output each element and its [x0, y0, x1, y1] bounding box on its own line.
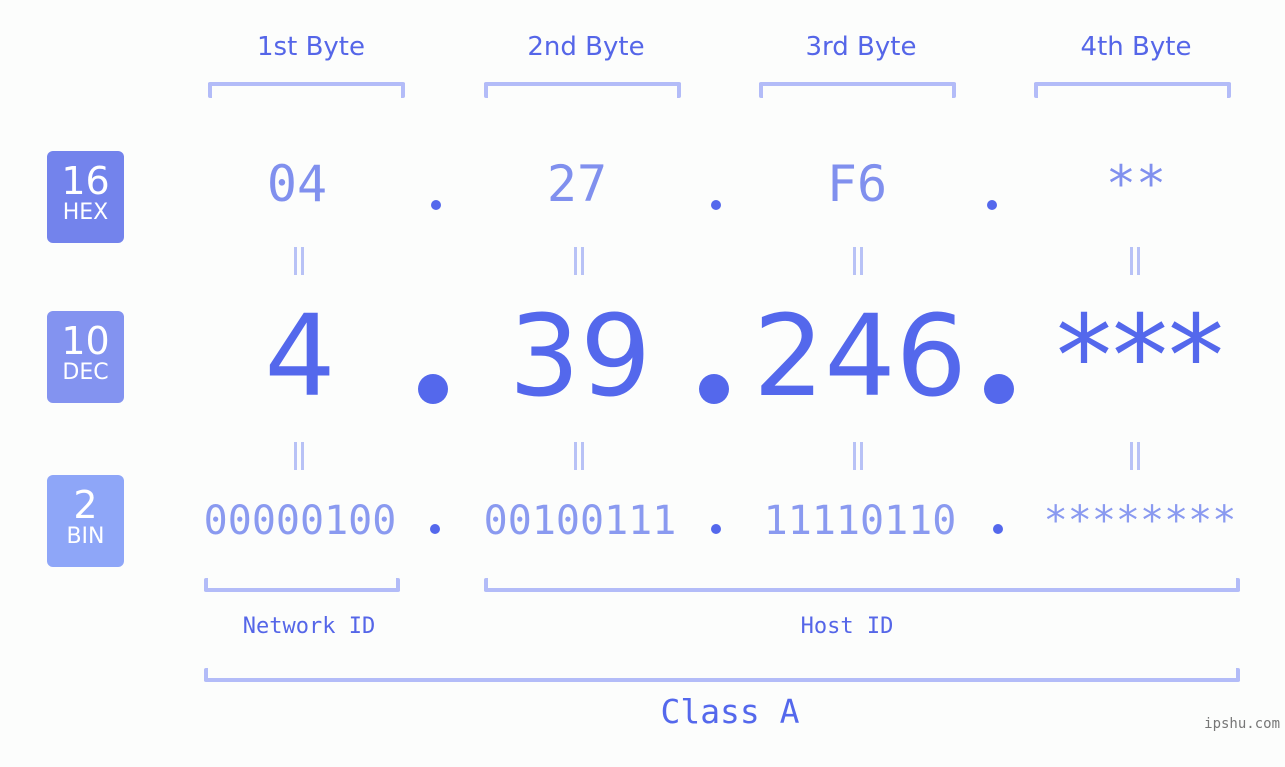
equals-icon — [851, 247, 865, 275]
dec-badge: 10 DEC — [47, 311, 124, 403]
bin-badge: 2 BIN — [47, 475, 124, 567]
equals-icon — [851, 442, 865, 470]
dec-badge-number: 10 — [61, 319, 110, 363]
byte-label-1: 1st Byte — [257, 32, 365, 62]
hex-badge-number: 16 — [61, 159, 110, 203]
dec-value-2: 39 — [508, 292, 652, 422]
bin-badge-label: BIN — [66, 524, 105, 549]
dec-value-3: 246 — [753, 292, 967, 422]
hex-separator-dot — [431, 200, 441, 210]
hex-badge: 16 HEX — [47, 151, 124, 243]
host-id-label: Host ID — [800, 614, 894, 639]
bin-separator-dot — [711, 524, 721, 534]
equals-icon — [1128, 247, 1142, 275]
class-label: Class A — [660, 692, 800, 731]
bin-value-4: ******** — [1043, 498, 1237, 544]
network-id-label: Network ID — [242, 614, 376, 639]
hex-value-3: F6 — [826, 155, 888, 213]
dec-separator-dot — [699, 374, 729, 404]
dec-badge-label: DEC — [62, 360, 109, 385]
bin-value-2: 00100111 — [483, 498, 677, 544]
network-id-bracket — [204, 578, 400, 592]
equals-icon — [292, 247, 306, 275]
hex-separator-dot — [711, 200, 721, 210]
byte-bracket-4 — [1034, 82, 1231, 98]
equals-icon — [572, 247, 586, 275]
dec-separator-dot — [418, 374, 448, 404]
equals-icon — [292, 442, 306, 470]
bin-value-3: 11110110 — [763, 498, 957, 544]
byte-label-3: 3rd Byte — [805, 32, 917, 62]
bin-badge-number: 2 — [73, 483, 98, 527]
class-bracket — [204, 668, 1240, 682]
equals-icon — [572, 442, 586, 470]
byte-label-2: 2nd Byte — [527, 32, 645, 62]
bin-separator-dot — [430, 524, 440, 534]
host-id-bracket — [484, 578, 1240, 592]
bin-value-1: 00000100 — [203, 498, 397, 544]
bin-separator-dot — [993, 524, 1003, 534]
equals-icon — [1128, 442, 1142, 470]
hex-value-1: 04 — [266, 155, 328, 213]
dec-separator-dot — [984, 374, 1014, 404]
hex-value-2: 27 — [546, 155, 608, 213]
watermark: ipshu.com — [1204, 716, 1280, 732]
hex-separator-dot — [987, 200, 997, 210]
hex-value-4: ** — [1105, 155, 1167, 213]
dec-value-4: *** — [1056, 292, 1224, 422]
byte-label-4: 4th Byte — [1080, 32, 1192, 62]
byte-bracket-2 — [484, 82, 681, 98]
byte-bracket-1 — [208, 82, 405, 98]
byte-bracket-3 — [759, 82, 956, 98]
hex-badge-label: HEX — [62, 200, 109, 225]
dec-value-1: 4 — [264, 292, 336, 422]
